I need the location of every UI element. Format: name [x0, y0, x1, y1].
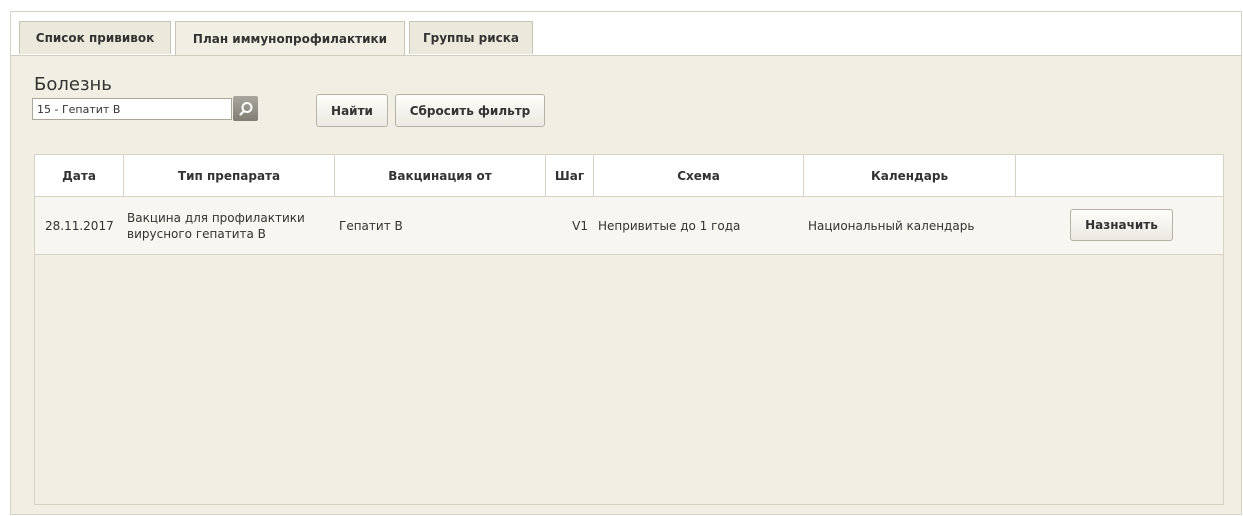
tab-immunoprophylaxis-plan[interactable]: План иммунопрофилактики: [175, 21, 405, 55]
vaccination-plan-table: Дата Тип препарата Вакцинация от Шаг Схе…: [34, 154, 1224, 505]
assign-button[interactable]: Назначить: [1070, 209, 1173, 241]
cell-step: V1: [572, 218, 588, 233]
column-header-drug-type: Тип препарата: [124, 155, 335, 196]
column-header-vaccination-from: Вакцинация от: [335, 155, 546, 196]
immunoprophylaxis-panel: Список прививок План иммунопрофилактики …: [10, 11, 1242, 515]
cell-vaccination-from: Гепатит В: [339, 218, 403, 233]
column-header-actions: [1016, 155, 1223, 196]
table-row: 28.11.2017 Вакцина для профилактики виру…: [35, 197, 1223, 255]
column-header-scheme: Схема: [594, 155, 804, 196]
find-button[interactable]: Найти: [316, 94, 388, 127]
reset-filter-button[interactable]: Сбросить фильтр: [395, 94, 545, 127]
cell-date: 28.11.2017: [45, 218, 114, 233]
disease-filter-label: Болезнь: [34, 74, 112, 95]
disease-search-button[interactable]: [233, 96, 258, 121]
tab-bar: Список прививок План иммунопрофилактики …: [11, 12, 1241, 56]
column-header-step: Шаг: [546, 155, 594, 196]
tab-vaccination-list[interactable]: Список прививок: [19, 21, 171, 54]
disease-input[interactable]: [32, 98, 232, 120]
cell-drug-type: Вакцина для профилактики вирусного гепат…: [127, 210, 305, 241]
cell-calendar: Национальный календарь: [808, 218, 975, 233]
table-header: Дата Тип препарата Вакцинация от Шаг Схе…: [35, 155, 1223, 197]
tab-risk-groups[interactable]: Группы риска: [409, 21, 533, 54]
column-header-calendar: Календарь: [804, 155, 1016, 196]
cell-scheme: Непривитые до 1 года: [598, 218, 741, 233]
search-icon: [238, 101, 252, 116]
column-header-date: Дата: [35, 155, 124, 196]
